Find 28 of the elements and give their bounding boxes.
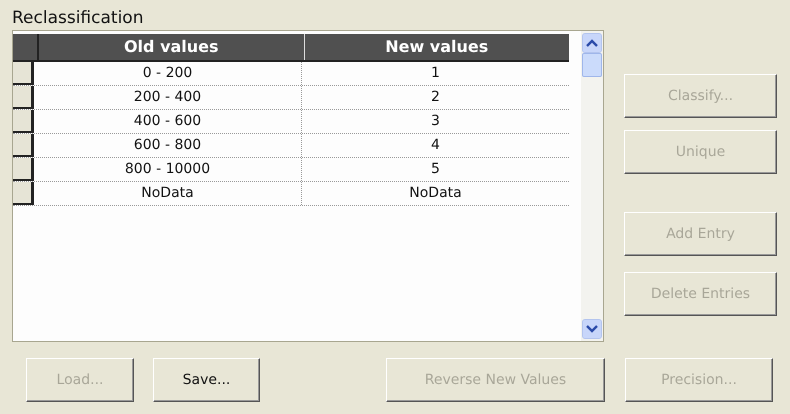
row-selector[interactable] (13, 158, 34, 181)
column-header[interactable]: New values (304, 34, 569, 60)
scroll-up-button[interactable] (582, 33, 602, 53)
row-selector[interactable] (13, 110, 34, 133)
row-selector[interactable] (13, 86, 34, 109)
row-selector[interactable] (13, 134, 34, 157)
table-cell[interactable]: 4 (302, 134, 569, 157)
arrow-up-icon (586, 39, 598, 47)
row-selector[interactable] (13, 62, 34, 85)
table-cell[interactable]: 5 (302, 158, 569, 181)
action-button[interactable]: Save... (153, 358, 260, 402)
table-cell[interactable]: 3 (302, 110, 569, 133)
scroll-thumb[interactable] (582, 53, 602, 77)
scroll-down-button[interactable] (582, 319, 602, 339)
row-selector[interactable] (13, 182, 34, 205)
column-header[interactable]: Old values (39, 34, 304, 60)
arrow-down-icon (586, 325, 598, 333)
section-title: Reclassification (12, 8, 144, 30)
scrollbar[interactable] (581, 31, 603, 341)
table-cell[interactable]: 2 (302, 86, 569, 109)
table-cell[interactable]: 400 - 600 (34, 110, 302, 133)
table-cell[interactable]: 1 (302, 62, 569, 85)
table-cell[interactable]: NoData (302, 182, 569, 205)
table-cell[interactable]: 800 - 10000 (34, 158, 302, 181)
table-cell[interactable]: 0 - 200 (34, 62, 302, 85)
table-cell[interactable]: 200 - 400 (34, 86, 302, 109)
table-cell[interactable]: 600 - 800 (34, 134, 302, 157)
table-cell[interactable]: NoData (34, 182, 302, 205)
